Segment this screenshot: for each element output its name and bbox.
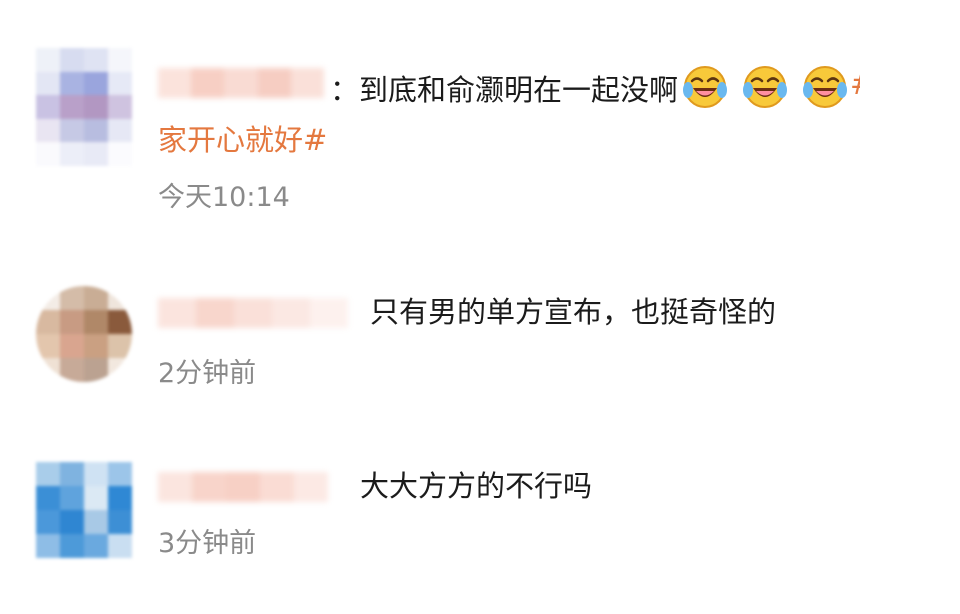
laugh-cry-emoji-icon (743, 66, 788, 108)
name-separator: ： (330, 73, 360, 107)
laugh-cry-emoji-icon (803, 66, 848, 108)
comment-text: 只有男的单方宣布，也挺奇怪的 (370, 295, 777, 329)
emoji-group (682, 66, 850, 108)
comment-text: 大大方方的不行吗 (360, 469, 593, 503)
comment-timestamp: 2分钟前 (158, 358, 257, 389)
avatar[interactable] (36, 286, 132, 382)
username-blurred[interactable] (158, 68, 325, 98)
avatar[interactable] (36, 462, 132, 558)
comment-item: 大大方方的不行吗 3分钟前 (0, 410, 960, 614)
topic-link[interactable]: 家开心就好# (158, 120, 327, 160)
comment-timestamp: 3分钟前 (158, 528, 257, 559)
topic-link-start[interactable]: # (850, 64, 860, 104)
comment-text: ：到底和俞灏明在一起没啊 (330, 64, 860, 110)
username-blurred[interactable] (158, 472, 328, 502)
comment-body: 到底和俞灏明在一起没啊 (359, 73, 679, 107)
laugh-cry-emoji-icon (683, 66, 728, 108)
username-blurred[interactable] (158, 298, 348, 328)
avatar[interactable] (36, 48, 132, 166)
comment-item: 只有男的单方宣布，也挺奇怪的 2分钟前 (0, 240, 960, 410)
comment-timestamp: 今天10:14 (158, 182, 290, 213)
comment-item: ：到底和俞灏明在一起没啊 家开心就好# 今天10:14 (0, 0, 960, 240)
